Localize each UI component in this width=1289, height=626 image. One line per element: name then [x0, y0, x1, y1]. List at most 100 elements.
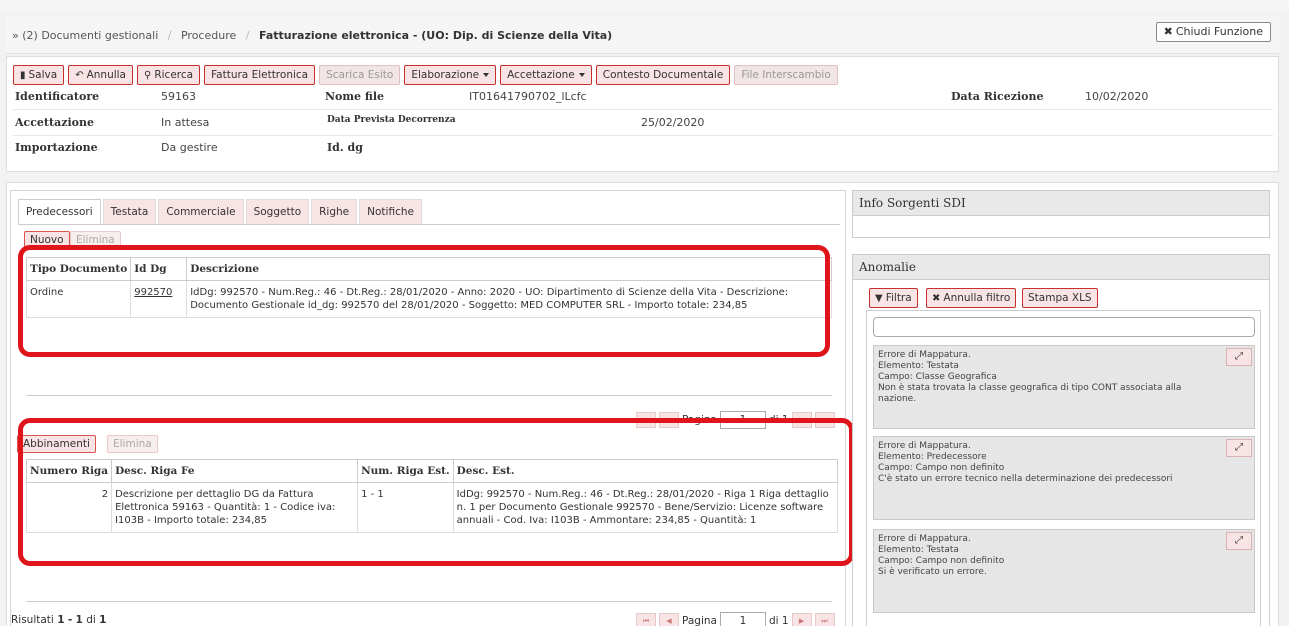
- save-icon: ▮: [20, 70, 26, 81]
- error-card: Errore di Mappatura. Elemento: Testata C…: [873, 345, 1255, 429]
- results-to: 1: [75, 614, 83, 626]
- anomalies-title: Anomalie: [852, 254, 1270, 280]
- id-dg-label: Id. dg: [327, 141, 363, 154]
- error-element: Elemento: Predecessore: [878, 452, 987, 462]
- undo-button[interactable]: ↶ Annulla: [68, 65, 133, 85]
- close-icon: ✖: [932, 293, 941, 304]
- tab-divider: [18, 224, 840, 225]
- breadcrumb: » (2) Documenti gestionali / Procedure /…: [12, 29, 613, 42]
- error-element: Elemento: Testata: [878, 545, 959, 555]
- results-dash: -: [67, 614, 73, 626]
- exchange-file-button[interactable]: File Interscambio: [734, 65, 838, 85]
- received-date-value: 10/02/2020: [1085, 90, 1149, 103]
- filter-label: Filtra: [885, 292, 912, 304]
- error-card: Errore di Mappatura. Elemento: Testata C…: [873, 529, 1255, 613]
- tab-testata[interactable]: Testata: [102, 199, 157, 224]
- acceptance-field-value: In attesa: [161, 116, 210, 129]
- last-page-icon[interactable]: ⏭: [814, 613, 835, 626]
- print-xls-button[interactable]: Stampa XLS: [1022, 288, 1098, 308]
- page-input[interactable]: 1: [719, 612, 766, 626]
- import-label: Importazione: [15, 141, 98, 154]
- error-type: Errore di Mappatura.: [878, 534, 971, 544]
- document-context-button[interactable]: Contesto Documentale: [595, 65, 731, 85]
- search-label: Ricerca: [154, 69, 194, 81]
- tab-bar: Predecessori Testata Commerciale Soggett…: [18, 199, 422, 225]
- undo-label: Annulla: [86, 69, 126, 81]
- import-value: Da gestire: [161, 141, 218, 154]
- breadcrumb-item-procedure[interactable]: Procedure: [181, 29, 236, 42]
- anomalies-filter-input[interactable]: [873, 317, 1255, 337]
- anomalies-list[interactable]: Errore di Mappatura. Elemento: Testata C…: [866, 310, 1261, 626]
- divider: [13, 109, 1273, 110]
- close-function-button[interactable]: ✖ Chiudi Funzione: [1155, 22, 1271, 42]
- close-function-label: Chiudi Funzione: [1175, 25, 1263, 38]
- identifier-value: 59163: [161, 90, 196, 103]
- undo-icon: ↶: [75, 70, 84, 81]
- first-page-icon[interactable]: ⏮: [636, 613, 656, 626]
- pager-page-label: Pagina: [682, 615, 717, 626]
- highlight-matches: [18, 418, 854, 566]
- error-message: Si è verificato un errore.: [878, 567, 987, 577]
- search-button[interactable]: ⚲ Ricerca: [137, 65, 201, 85]
- filter-button[interactable]: ▼ Filtra: [869, 288, 918, 308]
- acceptance-label: Accettazione: [507, 69, 575, 81]
- breadcrumb-prefix: »: [12, 29, 19, 42]
- clear-filter-label: Annulla filtro: [943, 292, 1011, 304]
- prev-page-icon[interactable]: ◀: [659, 613, 679, 626]
- error-card: Errore di Mappatura. Elemento: Predecess…: [873, 436, 1255, 520]
- file-name-label: Nome file: [325, 90, 385, 103]
- pager-bottom: ⏮ ◀ Pagina 1 di 1 ▶ ⏭: [636, 612, 835, 626]
- tab-righe[interactable]: Righe: [311, 199, 358, 224]
- caret-down-icon: [578, 73, 585, 77]
- error-field: Campo: Classe Geografica: [878, 372, 997, 382]
- next-page-icon[interactable]: ▶: [791, 613, 812, 626]
- electronic-invoice-button[interactable]: Fattura Elettronica: [204, 65, 316, 85]
- error-type: Errore di Mappatura.: [878, 350, 971, 360]
- acceptance-dropdown[interactable]: Accettazione: [500, 65, 592, 85]
- right-panel: Info Sorgenti SDI Anomalie ▼ Filtra ✖ Annu…: [852, 190, 1270, 626]
- tab-notifiche[interactable]: Notifiche: [359, 199, 422, 224]
- results-total: 1: [99, 614, 107, 626]
- divider: [26, 601, 832, 602]
- highlight-predecessors: [18, 245, 830, 357]
- top-strip: [0, 0, 1289, 10]
- filter-icon: ▼: [875, 293, 883, 304]
- caret-down-icon: [483, 73, 490, 77]
- results-di: di: [86, 614, 96, 626]
- toolbar: ▮ Salva ↶ Annulla ⚲ Ricerca Fattura Elettro…: [13, 65, 838, 85]
- close-icon: ✖: [1163, 25, 1173, 38]
- results-prefix: Risultati: [11, 614, 54, 626]
- error-message: Non è stata trovata la classe geografica…: [878, 383, 1182, 404]
- error-element: Elemento: Testata: [878, 361, 959, 371]
- expected-date-value: 25/02/2020: [641, 116, 705, 129]
- expand-icon[interactable]: ⤢: [1226, 348, 1252, 366]
- tab-predecessori[interactable]: Predecessori: [18, 199, 101, 225]
- error-field: Campo: Campo non definito: [878, 463, 1005, 473]
- error-message: C'è stato un errore tecnico nella determ…: [878, 474, 1173, 484]
- expand-icon[interactable]: ⤢: [1226, 439, 1252, 457]
- divider: [13, 135, 1273, 136]
- pager-of-label: di 1: [768, 615, 789, 626]
- acceptance-field-label: Accettazione: [15, 116, 94, 129]
- received-date-label: Data Ricezione: [951, 90, 1044, 103]
- download-outcome-button[interactable]: Scarica Esito: [319, 65, 401, 85]
- breadcrumb-item-documenti[interactable]: (2) Documenti gestionali: [22, 29, 158, 42]
- sdi-box: [852, 216, 1270, 238]
- elaboration-label: Elaborazione: [411, 69, 480, 81]
- tab-commerciale[interactable]: Commerciale: [158, 199, 244, 224]
- save-label: Salva: [28, 69, 58, 81]
- save-button[interactable]: ▮ Salva: [13, 65, 65, 85]
- error-field: Campo: Campo non definito: [878, 556, 1005, 566]
- breadcrumb-current: Fatturazione elettronica - (UO: Dip. di …: [258, 29, 613, 42]
- tab-soggetto[interactable]: Soggetto: [245, 199, 310, 224]
- identifier-label: Identificatore: [15, 90, 100, 103]
- expand-icon[interactable]: ⤢: [1226, 532, 1252, 550]
- divider: [26, 395, 832, 396]
- document-panel: ▮ Salva ↶ Annulla ⚲ Ricerca Fattura Elettro…: [6, 56, 1279, 172]
- sdi-title: Info Sorgenti SDI: [852, 190, 1270, 216]
- clear-filter-button[interactable]: ✖ Annulla filtro: [926, 288, 1017, 308]
- results-count: Risultati 1 - 1 di 1: [11, 614, 106, 626]
- elaboration-dropdown[interactable]: Elaborazione: [404, 65, 497, 85]
- error-type: Errore di Mappatura.: [878, 441, 971, 451]
- file-name-value: IT01641790702_lLcfc: [469, 90, 587, 103]
